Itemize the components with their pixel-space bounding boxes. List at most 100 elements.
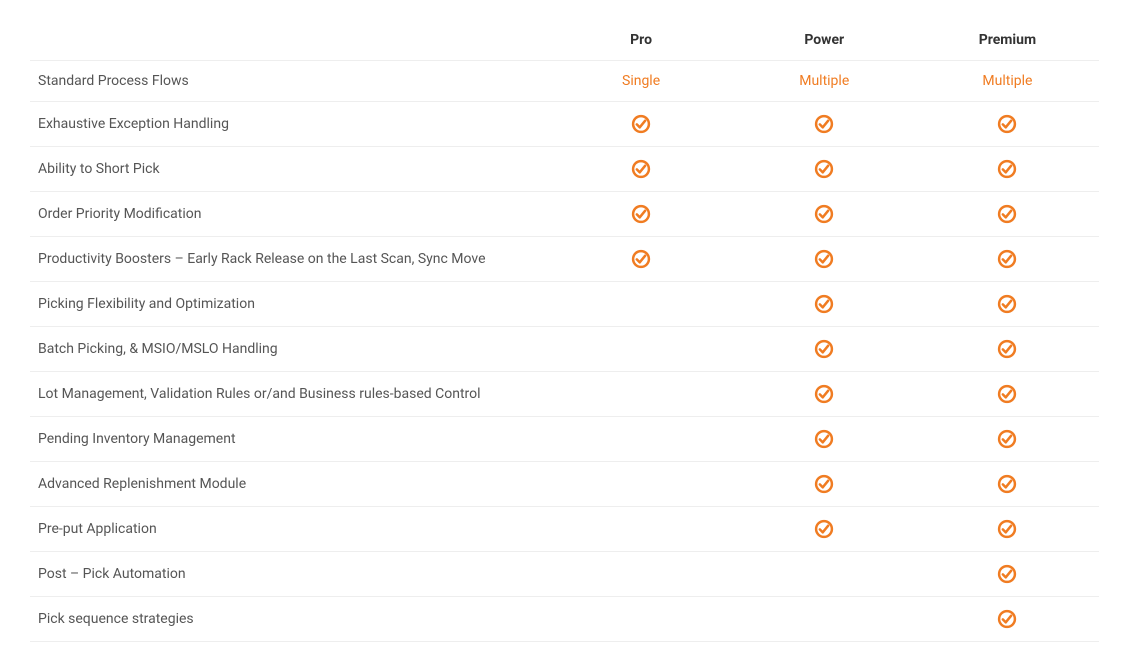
check-icon: [814, 339, 834, 359]
check-icon: [814, 159, 834, 179]
table-row: Standard Process Flows Single Multiple Mult…: [30, 61, 1099, 102]
table-row: Pre-put Application: [30, 507, 1099, 552]
plan-cell: [550, 552, 733, 597]
plan-cell: [733, 192, 916, 237]
plan-cell: [733, 237, 916, 282]
header-feature-blank: [30, 20, 550, 61]
plan-header: Premium: [916, 20, 1099, 61]
check-icon: [997, 159, 1017, 179]
check-icon: [997, 519, 1017, 539]
plan-cell: [550, 282, 733, 327]
plan-cell: [733, 417, 916, 462]
table-header-row: ProPowerPremium: [30, 20, 1099, 61]
check-icon: [631, 159, 651, 179]
check-icon: [631, 249, 651, 269]
check-icon: [814, 294, 834, 314]
plan-cell: [916, 552, 1099, 597]
plan-cell: [916, 462, 1099, 507]
feature-label: Pick sequence strategies: [30, 597, 550, 642]
check-icon: [997, 249, 1017, 269]
feature-label: Pre-put Application: [30, 507, 550, 552]
plan-cell: [550, 192, 733, 237]
plan-cell: [550, 507, 733, 552]
check-icon: [814, 474, 834, 494]
table-body: Standard Process Flows Single Multiple Mult…: [30, 61, 1099, 642]
plan-cell: [916, 282, 1099, 327]
check-icon: [997, 474, 1017, 494]
check-icon: [997, 564, 1017, 584]
plan-cell: [733, 102, 916, 147]
table-row: Picking Flexibility and Optimization: [30, 282, 1099, 327]
feature-label: Lot Management, Validation Rules or/and …: [30, 372, 550, 417]
plan-cell: [733, 507, 916, 552]
table-row: Pick sequence strategies: [30, 597, 1099, 642]
plan-cell: [916, 597, 1099, 642]
check-icon: [997, 204, 1017, 224]
plan-cell: [733, 372, 916, 417]
plan-cell: [550, 102, 733, 147]
plan-cell: [916, 372, 1099, 417]
check-icon: [631, 114, 651, 134]
plan-header: Pro: [550, 20, 733, 61]
table-row: Productivity Boosters – Early Rack Relea…: [30, 237, 1099, 282]
feature-label: Ability to Short Pick: [30, 147, 550, 192]
plan-cell: [550, 147, 733, 192]
plan-cell: [550, 417, 733, 462]
check-icon: [814, 519, 834, 539]
check-icon: [814, 114, 834, 134]
feature-label: Pending Inventory Management: [30, 417, 550, 462]
plan-header: Power: [733, 20, 916, 61]
plan-cell: [733, 147, 916, 192]
check-icon: [631, 204, 651, 224]
table-row: Pending Inventory Management: [30, 417, 1099, 462]
check-icon: [814, 204, 834, 224]
plan-cell: [916, 102, 1099, 147]
table-row: Lot Management, Validation Rules or/and …: [30, 372, 1099, 417]
plan-cell: [733, 462, 916, 507]
plan-cell-text: Multiple: [982, 73, 1032, 89]
feature-label: Batch Picking, & MSIO/MSLO Handling: [30, 327, 550, 372]
plan-cell: [733, 552, 916, 597]
plan-cell: Multiple: [733, 61, 916, 102]
plan-cell: [916, 147, 1099, 192]
plan-cell: Multiple: [916, 61, 1099, 102]
table-row: Exhaustive Exception Handling: [30, 102, 1099, 147]
feature-label: Order Priority Modification: [30, 192, 550, 237]
plan-cell: [733, 597, 916, 642]
plan-cell: [916, 192, 1099, 237]
check-icon: [814, 249, 834, 269]
plan-cell: [550, 237, 733, 282]
feature-label: Productivity Boosters – Early Rack Relea…: [30, 237, 550, 282]
feature-label: Picking Flexibility and Optimization: [30, 282, 550, 327]
table-row: Order Priority Modification: [30, 192, 1099, 237]
check-icon: [997, 294, 1017, 314]
table-row: Ability to Short Pick: [30, 147, 1099, 192]
feature-comparison-table: ProPowerPremium Standard Process Flows Si…: [30, 20, 1099, 642]
feature-label: Advanced Replenishment Module: [30, 462, 550, 507]
feature-label: Exhaustive Exception Handling: [30, 102, 550, 147]
check-icon: [997, 114, 1017, 134]
check-icon: [997, 384, 1017, 404]
plan-cell: [916, 237, 1099, 282]
plan-cell-text: Multiple: [799, 73, 849, 89]
plan-cell: [550, 372, 733, 417]
plan-cell: [550, 597, 733, 642]
plan-cell: [916, 327, 1099, 372]
check-icon: [814, 384, 834, 404]
plan-cell: [733, 282, 916, 327]
feature-label: Post – Pick Automation: [30, 552, 550, 597]
feature-label: Standard Process Flows: [30, 61, 550, 102]
plan-cell: [916, 507, 1099, 552]
table-row: Advanced Replenishment Module: [30, 462, 1099, 507]
check-icon: [997, 609, 1017, 629]
plan-cell: [916, 417, 1099, 462]
check-icon: [997, 429, 1017, 449]
plan-cell: [733, 327, 916, 372]
plan-cell: Single: [550, 61, 733, 102]
table-row: Post – Pick Automation: [30, 552, 1099, 597]
table-row: Batch Picking, & MSIO/MSLO Handling: [30, 327, 1099, 372]
check-icon: [814, 429, 834, 449]
check-icon: [997, 339, 1017, 359]
plan-cell: [550, 327, 733, 372]
plan-cell-text: Single: [622, 73, 660, 89]
